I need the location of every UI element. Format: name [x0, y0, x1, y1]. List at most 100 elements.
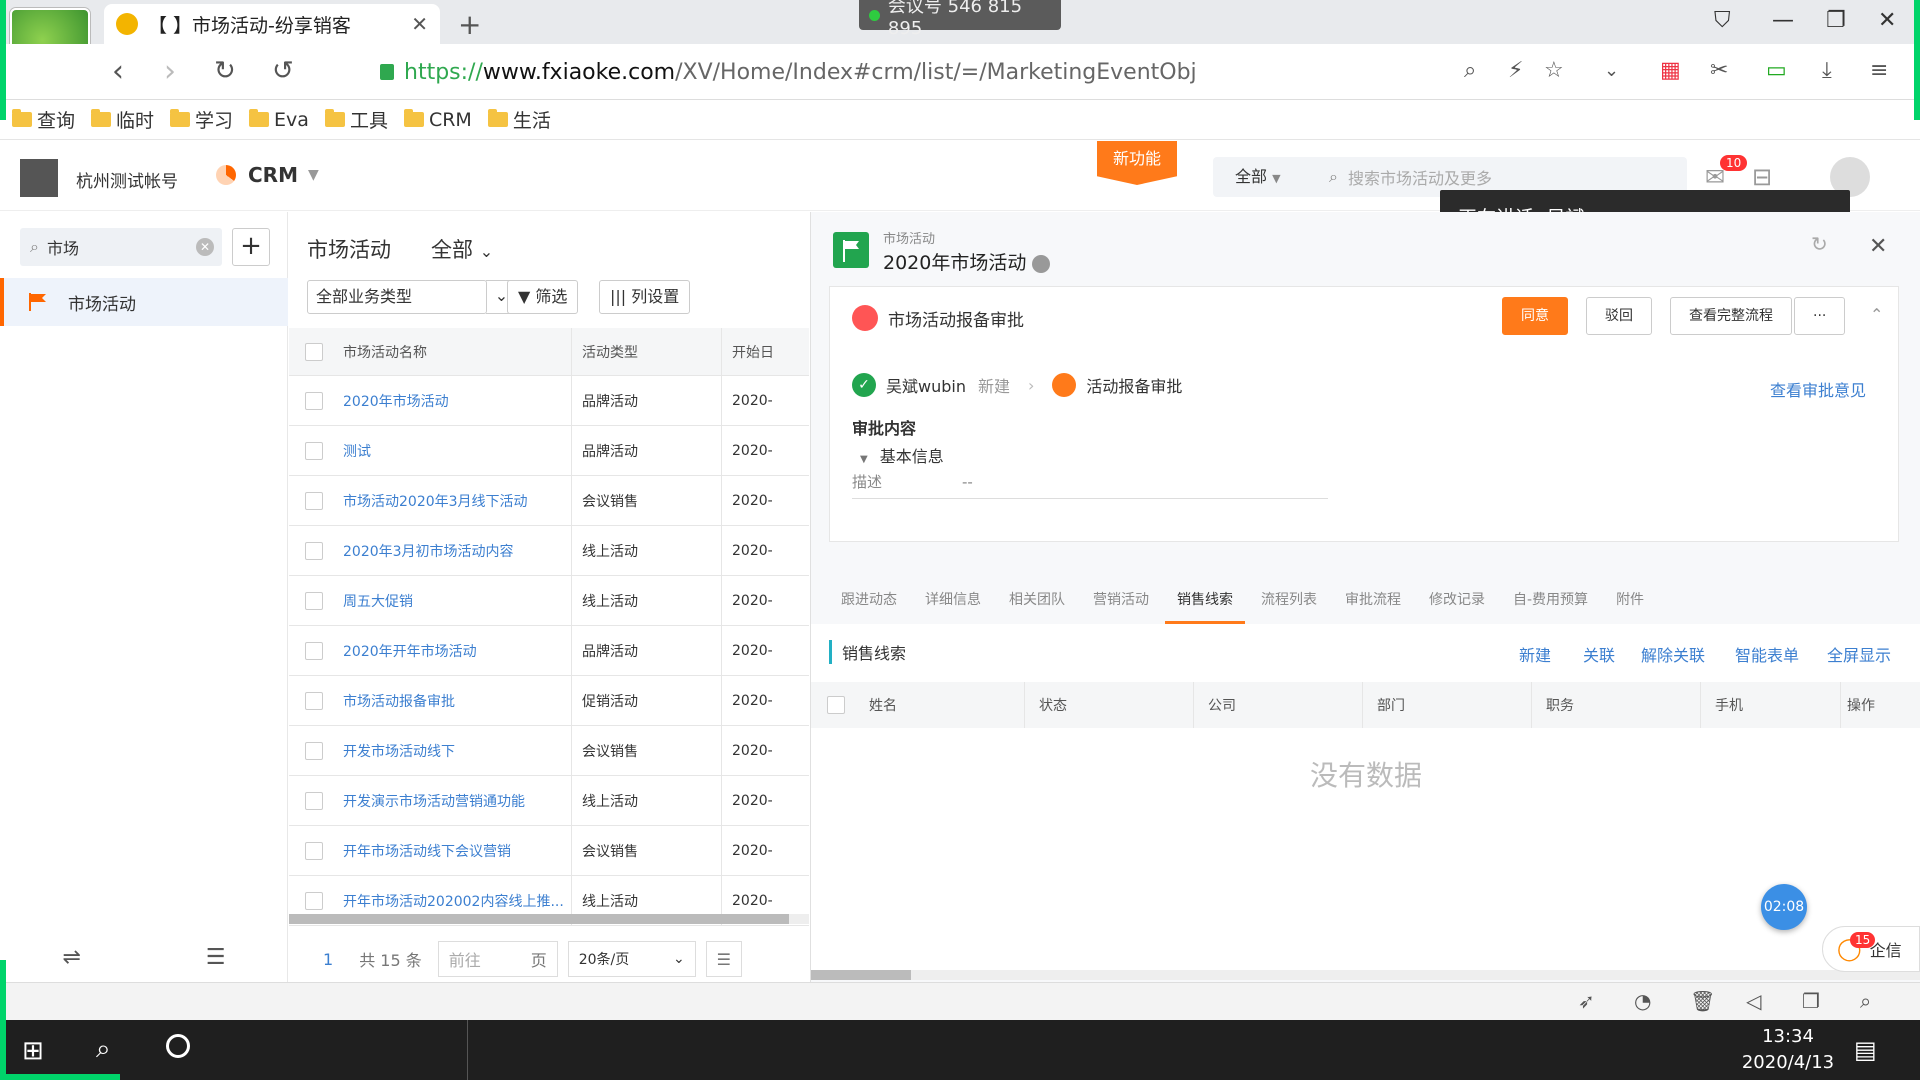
- row-checkbox[interactable]: [305, 691, 323, 710]
- col-header-title[interactable]: 职务: [1531, 682, 1700, 728]
- type-filter-select[interactable]: 全部业务类型: [307, 280, 487, 314]
- row-checkbox[interactable]: [305, 841, 323, 860]
- smart-form-button[interactable]: 智能表单: [1735, 642, 1799, 666]
- dropdown-icon[interactable]: ⌄: [1604, 60, 1619, 81]
- company-logo[interactable]: [20, 159, 58, 197]
- table-row[interactable]: 市场活动报备审批 促销活动 2020-: [289, 676, 809, 726]
- table-row[interactable]: 2020年市场活动 品牌活动 2020-: [289, 376, 809, 426]
- search-icon[interactable]: ⌕: [1860, 989, 1871, 1013]
- row-name-link[interactable]: 市场活动报备审批: [343, 691, 571, 711]
- row-name-link[interactable]: 2020年3月初市场活动内容: [343, 541, 571, 561]
- scrollbar-thumb[interactable]: [811, 970, 911, 980]
- row-name-link[interactable]: 周五大促销: [343, 591, 571, 611]
- view-full-flow-button[interactable]: 查看完整流程: [1670, 297, 1792, 335]
- current-page[interactable]: 1: [313, 941, 343, 977]
- unlink-button[interactable]: 解除关联: [1641, 642, 1705, 666]
- url-field[interactable]: https:// www.fxiaoke.com /XV/Home/Index#…: [330, 52, 1390, 92]
- agree-button[interactable]: 同意: [1502, 297, 1568, 335]
- bookmark-folder[interactable]: 工具: [324, 106, 388, 133]
- sidebar-search-input[interactable]: ⌕ 市场 ✕: [20, 228, 222, 266]
- reject-button[interactable]: 驳回: [1586, 297, 1652, 335]
- basic-info-toggle[interactable]: ▼ 基本信息: [860, 443, 944, 467]
- col-header-status[interactable]: 状态: [1024, 682, 1193, 728]
- search-icon[interactable]: ⌕: [96, 1034, 111, 1065]
- filter-button[interactable]: ▼ 筛选: [507, 280, 579, 314]
- tab-approval-flow[interactable]: 审批流程: [1333, 580, 1413, 624]
- window-close-icon[interactable]: ✕: [1878, 8, 1896, 33]
- trash-icon[interactable]: 🗑: [1690, 989, 1715, 1013]
- tab-change-log[interactable]: 修改记录: [1417, 580, 1497, 624]
- tab-follow-up[interactable]: 跟进动态: [829, 580, 909, 624]
- skin-icon[interactable]: ⛉: [1714, 8, 1731, 33]
- row-checkbox[interactable]: [305, 591, 323, 610]
- link-button[interactable]: 关联: [1583, 642, 1615, 666]
- row-checkbox[interactable]: [305, 391, 323, 410]
- wrap-icon[interactable]: ⇌: [62, 945, 80, 970]
- refresh-icon[interactable]: ↻: [1811, 232, 1828, 256]
- row-checkbox[interactable]: [305, 791, 323, 810]
- tab-attachments[interactable]: 附件: [1604, 580, 1656, 624]
- row-checkbox[interactable]: [305, 641, 323, 660]
- windows-start-icon[interactable]: ⊞: [22, 1036, 44, 1066]
- table-row[interactable]: 2020年开年市场活动 品牌活动 2020-: [289, 626, 809, 676]
- new-lead-button[interactable]: 新建: [1519, 642, 1551, 666]
- horizontal-scrollbar[interactable]: [289, 914, 809, 924]
- table-row[interactable]: 开发演示市场活动营销通功能 线上活动 2020-: [289, 776, 809, 826]
- tab-details[interactable]: 详细信息: [913, 580, 993, 624]
- view-opinion-link[interactable]: 查看审批意见: [1770, 377, 1866, 401]
- forward-icon[interactable]: ›: [164, 54, 176, 89]
- restore-icon[interactable]: ❐: [1826, 8, 1846, 33]
- tab-budget[interactable]: 自-费用预算: [1501, 580, 1600, 624]
- col-header-type[interactable]: 活动类型: [571, 328, 721, 375]
- row-name-link[interactable]: 开发演示市场活动营销通功能: [343, 791, 571, 811]
- horizontal-scrollbar[interactable]: [811, 970, 1920, 980]
- fullscreen-button[interactable]: 全屏显示: [1827, 642, 1891, 666]
- zoom-icon[interactable]: ⌕: [1464, 58, 1476, 83]
- select-all-checkbox[interactable]: [305, 342, 323, 361]
- clear-icon[interactable]: ✕: [196, 238, 214, 256]
- col-header-department[interactable]: 部门: [1362, 682, 1531, 728]
- collapse-up-icon[interactable]: ⌃: [1870, 305, 1883, 324]
- scrollbar-thumb[interactable]: [289, 914, 789, 924]
- row-name-link[interactable]: 2020年市场活动: [343, 391, 571, 411]
- col-header-phone[interactable]: 手机: [1700, 682, 1840, 728]
- new-feature-badge[interactable]: 新功能: [1097, 141, 1177, 185]
- battery-icon[interactable]: ▭: [1766, 58, 1787, 83]
- bookmark-folder[interactable]: 临时: [91, 106, 154, 133]
- bookmark-folder[interactable]: 学习: [170, 106, 233, 133]
- download-icon[interactable]: ⤓: [1822, 58, 1832, 83]
- more-button[interactable]: ···: [1794, 297, 1846, 335]
- column-settings-button[interactable]: ||| 列设置: [599, 280, 691, 314]
- row-name-link[interactable]: 开年市场活动202002内容线上推...: [343, 891, 571, 911]
- new-tab-icon[interactable]: +: [458, 8, 481, 41]
- list-menu-icon[interactable]: ☰: [705, 941, 742, 977]
- row-name-link[interactable]: 开年市场活动线下会议营销: [343, 841, 571, 861]
- inbox-icon[interactable]: ⊟: [1752, 163, 1772, 191]
- col-header-name[interactable]: 姓名: [855, 682, 1024, 728]
- collapse-icon[interactable]: ☰: [206, 945, 226, 970]
- bookmark-folder[interactable]: CRM: [403, 109, 472, 131]
- company-name[interactable]: 杭州测试帐号: [76, 167, 178, 192]
- minimize-icon[interactable]: —: [1772, 8, 1794, 33]
- lightning-icon[interactable]: ⚡: [1508, 58, 1523, 83]
- window-icon[interactable]: ❐: [1802, 989, 1820, 1013]
- row-name-link[interactable]: 开发市场活动线下: [343, 741, 571, 761]
- row-name-link[interactable]: 2020年开年市场活动: [343, 641, 571, 661]
- tab-leads[interactable]: 销售线索: [1165, 580, 1245, 624]
- table-row[interactable]: 市场活动2020年3月线下活动 会议销售 2020-: [289, 476, 809, 526]
- search-scope-select[interactable]: 全部 ▼: [1213, 157, 1299, 197]
- speed-icon[interactable]: ◔: [1634, 989, 1651, 1013]
- table-row[interactable]: 开发市场活动线下 会议销售 2020-: [289, 726, 809, 776]
- tab-team[interactable]: 相关团队: [997, 580, 1077, 624]
- goto-page-input[interactable]: 前往 页: [437, 941, 558, 977]
- rocket-icon[interactable]: ➶: [1578, 989, 1595, 1013]
- browser-tab[interactable]: 【 】市场活动-纷享销客 ✕: [104, 4, 440, 44]
- volume-icon[interactable]: ◁: [1746, 989, 1761, 1013]
- row-name-link[interactable]: 市场活动2020年3月线下活动: [343, 491, 571, 511]
- apps-icon[interactable]: ▦: [1660, 58, 1681, 83]
- col-header-company[interactable]: 公司: [1193, 682, 1362, 728]
- scissors-icon[interactable]: ✂: [1710, 58, 1728, 83]
- notification-center-icon[interactable]: ▤: [1854, 1036, 1877, 1064]
- table-row[interactable]: 周五大促销 线上活动 2020-: [289, 576, 809, 626]
- row-checkbox[interactable]: [305, 541, 323, 560]
